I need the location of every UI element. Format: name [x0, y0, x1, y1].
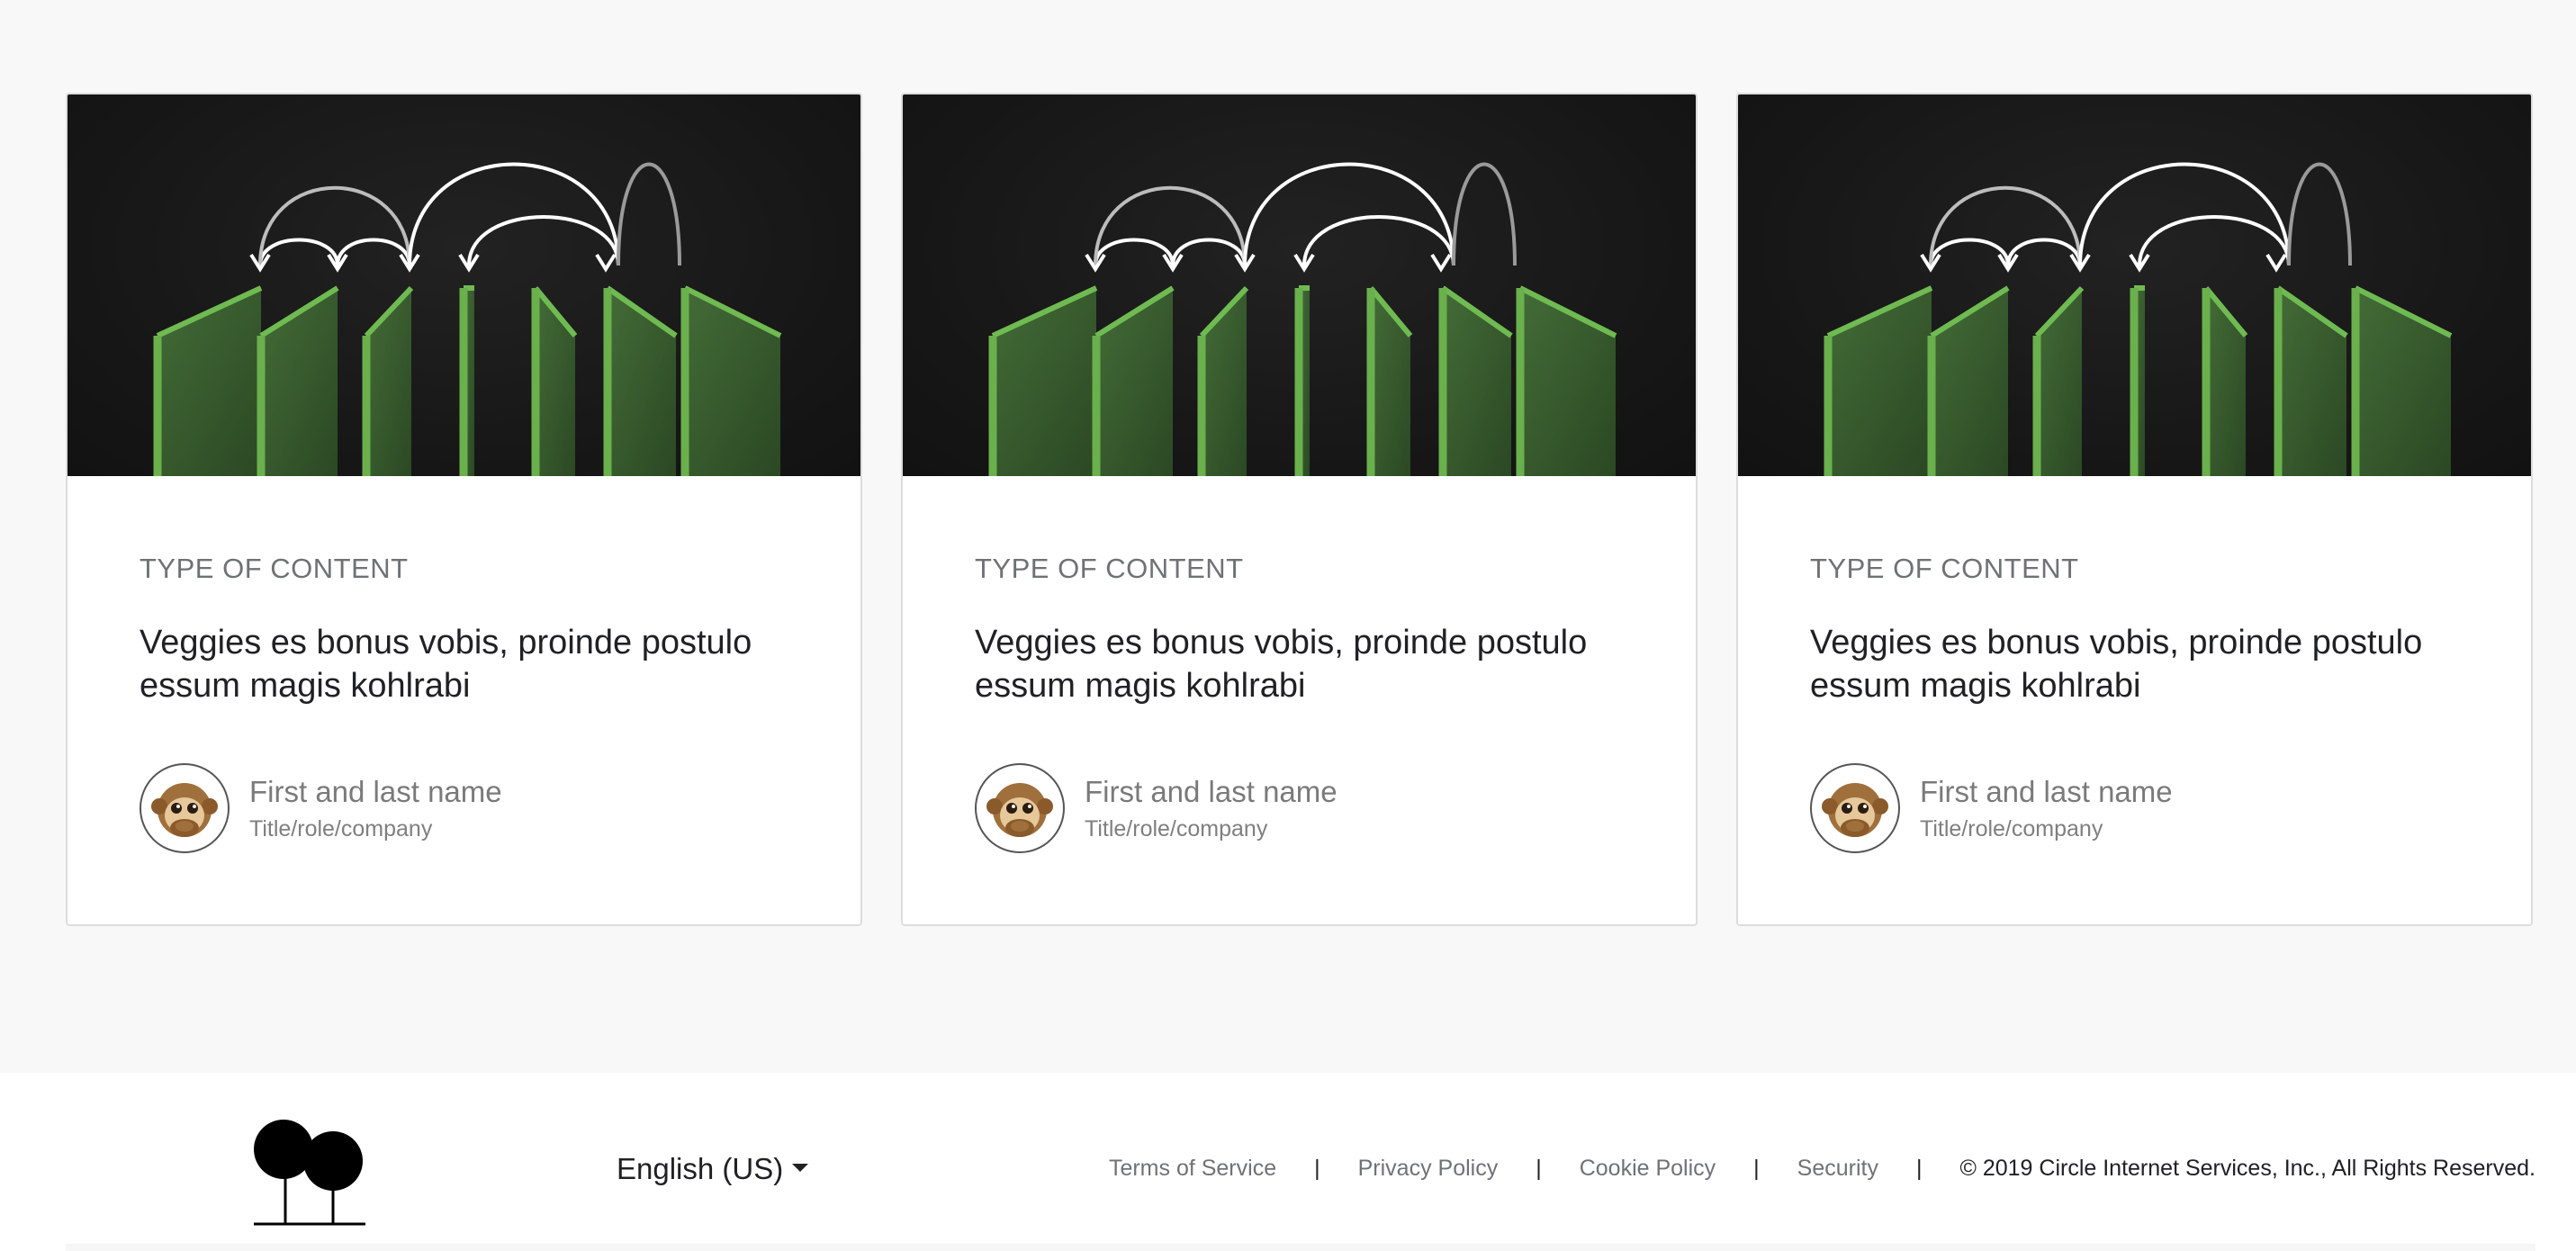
cookie-policy-link[interactable]: Cookie Policy	[1580, 1156, 1716, 1182]
arc-arrow	[1171, 238, 1247, 266]
author-role: Title/role/company	[1085, 816, 1268, 842]
trees-logo-icon	[254, 1120, 365, 1226]
green-panel	[993, 288, 1096, 476]
author-name: First and last name	[249, 774, 502, 808]
terms-of-service-link[interactable]: Terms of Service	[1109, 1156, 1276, 1182]
circleci-logo[interactable]	[254, 1120, 365, 1230]
content-card[interactable]: TYPE OF CONTENT Veggies es bonus vobis, …	[66, 93, 862, 926]
arc-arrow	[1243, 162, 1455, 266]
green-panel	[1932, 288, 2008, 476]
green-panel	[2037, 288, 2082, 476]
layers-arrows-illustration	[153, 162, 782, 476]
see-no-evil-monkey-icon	[986, 783, 1053, 838]
arrow-head-icon	[595, 253, 617, 273]
avatar	[140, 763, 230, 854]
author-name: First and last name	[1085, 774, 1338, 808]
green-panel	[366, 288, 411, 476]
card-hero-image	[1738, 94, 2531, 476]
green-panel	[1828, 288, 1932, 476]
copyright-text: © 2019 Circle Internet Services, Inc., A…	[1959, 1156, 2535, 1181]
content-type-label: TYPE OF CONTENT	[140, 553, 409, 584]
divider: |	[1753, 1156, 1760, 1181]
card-hero-image	[903, 94, 1696, 476]
card-title[interactable]: Veggies es bonus vobis, proinde postulo …	[1810, 621, 2459, 707]
divider: |	[1536, 1156, 1542, 1181]
avatar	[1810, 763, 1900, 854]
arc-arrow	[2138, 215, 2291, 266]
footer-links: Terms of Service | Privacy Policy | Cook…	[1109, 1156, 2535, 1182]
arc-arrow	[1452, 162, 1517, 266]
arc-arrow	[1302, 215, 1455, 266]
language-label: English (US)	[617, 1152, 784, 1185]
arc-arrow	[1929, 238, 2010, 266]
content-card[interactable]: TYPE OF CONTENT Veggies es bonus vobis, …	[1736, 93, 2533, 926]
green-panel	[2206, 288, 2246, 476]
author-role: Title/role/company	[1920, 816, 2103, 842]
green-panel	[1443, 288, 1511, 476]
security-link[interactable]: Security	[1797, 1156, 1878, 1182]
card-grid: TYPE OF CONTENT Veggies es bonus vobis, …	[66, 93, 2533, 926]
see-no-evil-monkey-icon	[151, 783, 218, 838]
card-title[interactable]: Veggies es bonus vobis, proinde postulo …	[140, 621, 788, 707]
chevron-down-icon	[792, 1163, 809, 1172]
green-panel	[1096, 288, 1173, 476]
green-panel	[1520, 288, 1616, 476]
arc-arrow	[258, 238, 339, 266]
author-role: Title/role/company	[249, 816, 433, 842]
arc-arrow	[1094, 238, 1175, 266]
arc-arrow	[617, 162, 681, 266]
green-panel	[608, 288, 676, 476]
green-panel	[1202, 288, 1247, 476]
layers-arrows-illustration	[988, 162, 1617, 476]
content-card[interactable]: TYPE OF CONTENT Veggies es bonus vobis, …	[901, 93, 1698, 926]
arc-arrow	[408, 162, 620, 266]
author-name: First and last name	[1920, 774, 2173, 808]
arc-arrow	[2287, 162, 2352, 266]
green-panel	[685, 288, 780, 476]
privacy-policy-link[interactable]: Privacy Policy	[1358, 1156, 1499, 1182]
content-type-label: TYPE OF CONTENT	[975, 553, 1244, 584]
arrow-head-icon	[1430, 253, 1452, 273]
footer: English (US) Terms of Service | Privacy …	[0, 1073, 2576, 1251]
content-type-label: TYPE OF CONTENT	[1810, 553, 2079, 584]
arc-arrow	[336, 238, 411, 266]
card-title[interactable]: Veggies es bonus vobis, proinde postulo …	[975, 621, 1624, 707]
green-panel	[158, 288, 261, 476]
author-block: First and last name Title/role/company	[975, 763, 1624, 854]
arc-arrow	[2006, 238, 2082, 266]
author-block: First and last name Title/role/company	[1810, 763, 2459, 854]
green-panel	[261, 288, 338, 476]
card-hero-image	[68, 94, 860, 476]
divider: |	[1314, 1156, 1320, 1181]
green-panel	[1371, 288, 1410, 476]
green-panel	[536, 288, 575, 476]
avatar	[975, 763, 1065, 854]
language-selector[interactable]: English (US)	[617, 1152, 809, 1186]
footer-bottom-strip	[66, 1244, 2535, 1251]
see-no-evil-monkey-icon	[1822, 783, 1888, 838]
author-block: First and last name Title/role/company	[140, 763, 788, 854]
divider: |	[1915, 1156, 1923, 1181]
layers-arrows-illustration	[1824, 162, 2453, 476]
green-panel	[2278, 288, 2346, 476]
green-panel	[2355, 288, 2451, 476]
arrow-head-icon	[2265, 253, 2287, 273]
arc-arrow	[2078, 162, 2291, 266]
arc-arrow	[467, 215, 620, 266]
